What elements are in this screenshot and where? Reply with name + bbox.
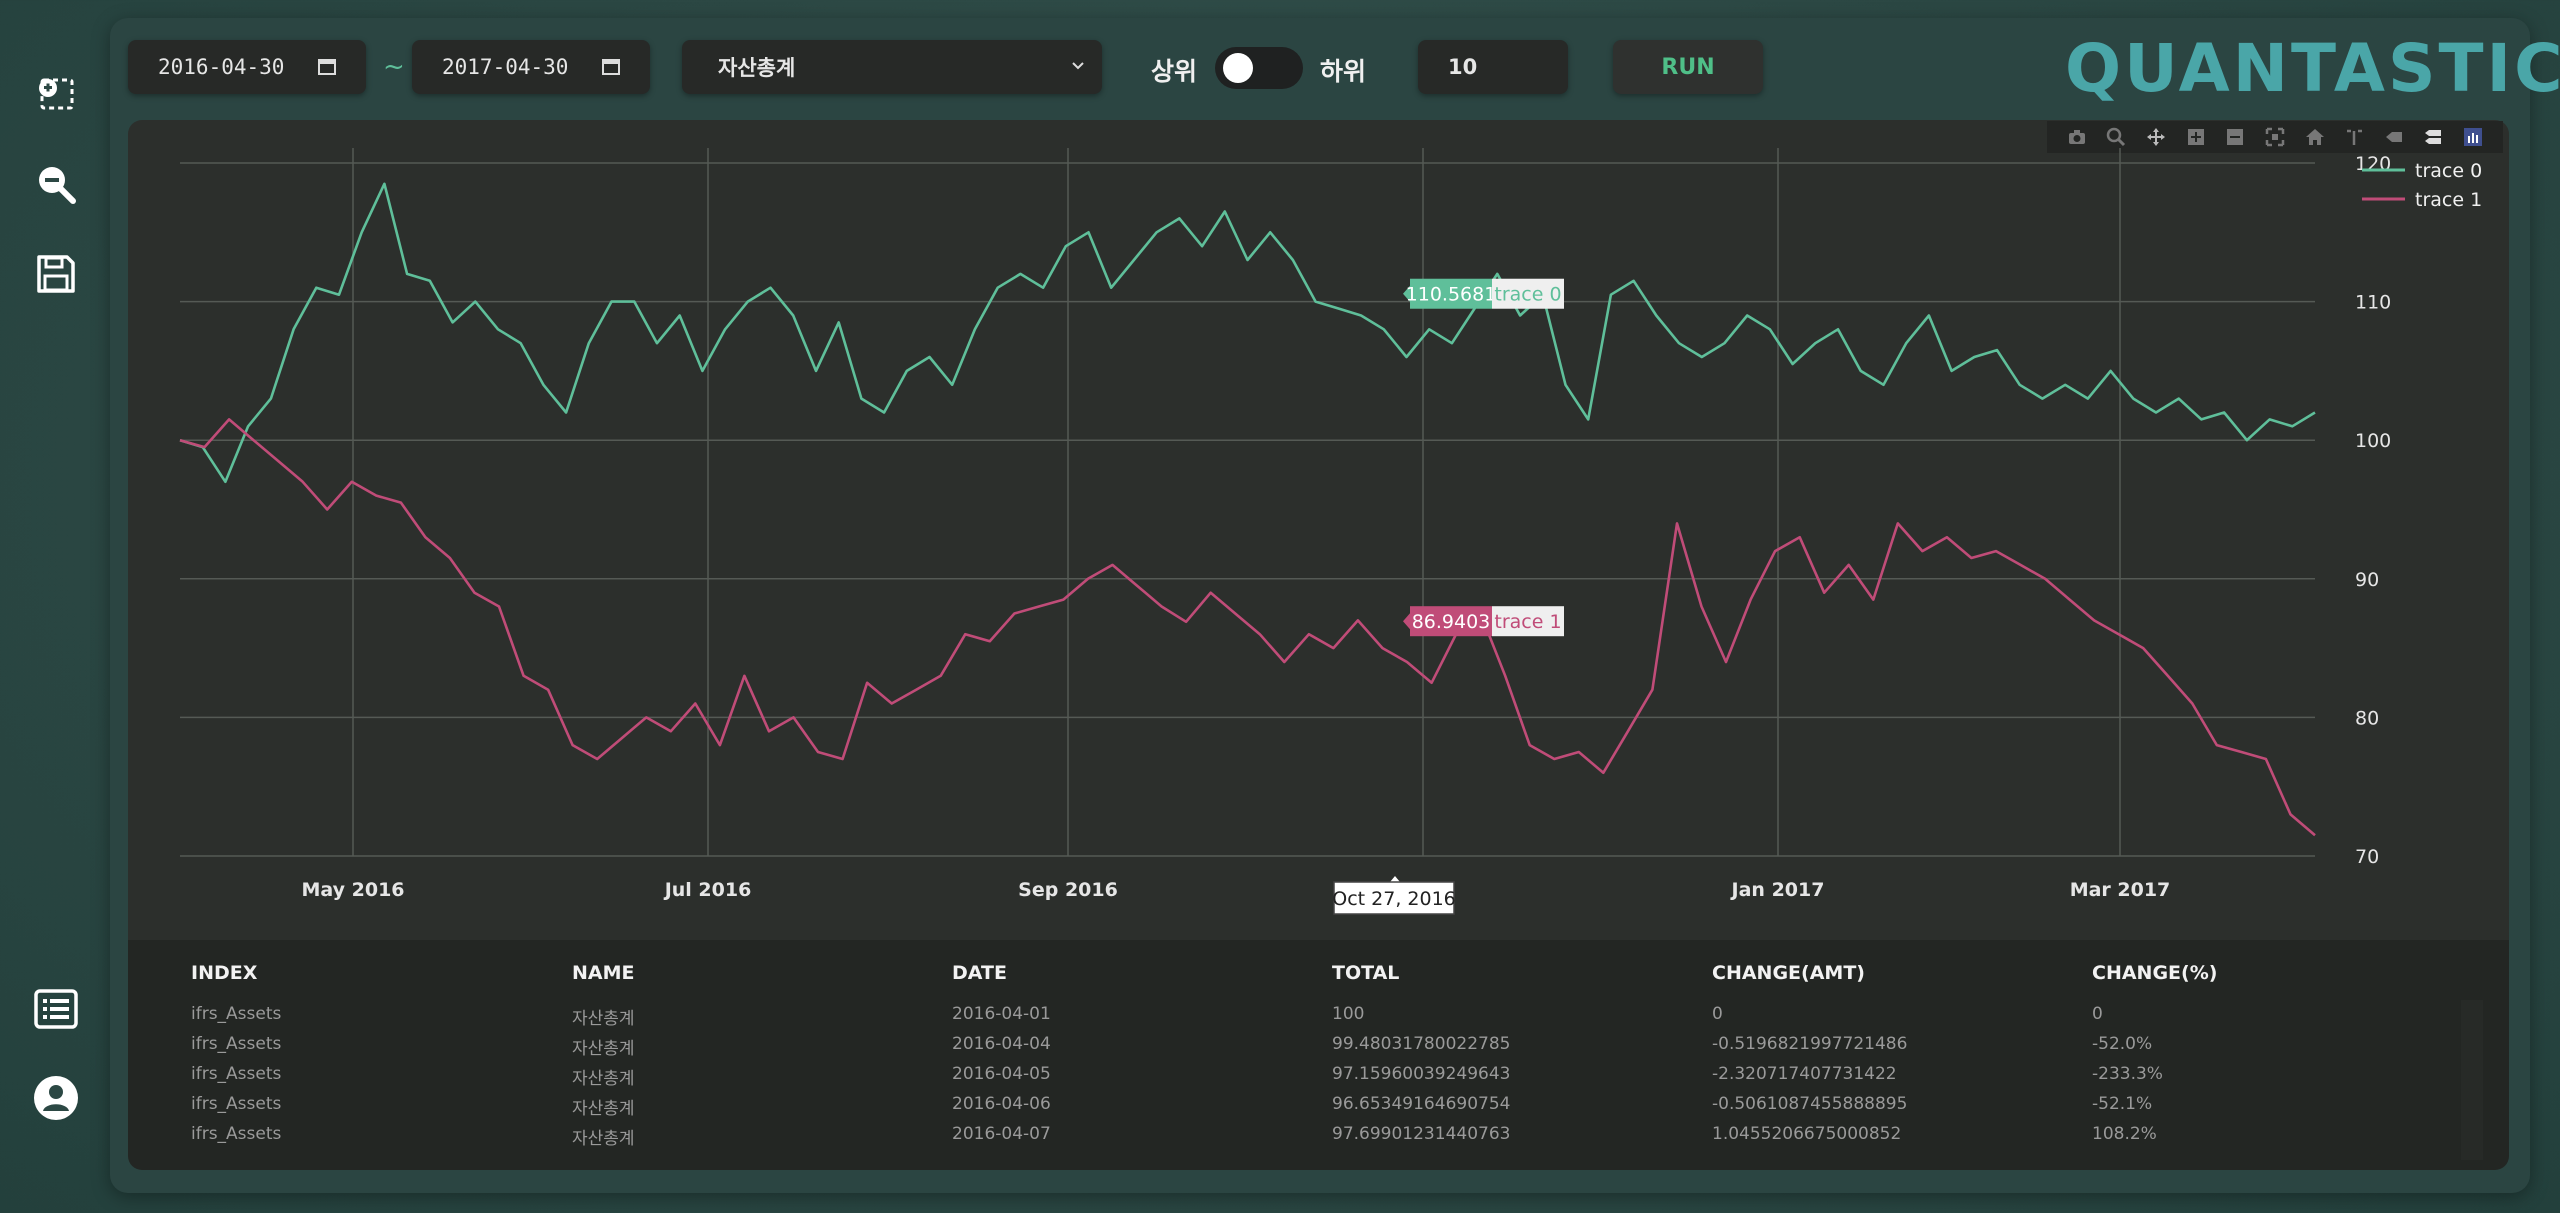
count-value: 10	[1448, 55, 1478, 79]
table-cell: ifrs_Assets	[191, 1004, 282, 1024]
reset-axes-icon[interactable]	[2305, 127, 2325, 147]
table-header: CHANGE(AMT)	[1712, 962, 1865, 984]
top-bottom-toggle[interactable]	[1215, 47, 1303, 89]
table-cell: 2016-04-05	[952, 1064, 1051, 1084]
spike-lines-icon[interactable]	[2344, 127, 2364, 147]
save-icon[interactable]	[32, 250, 80, 298]
table-cell: 자산총계	[572, 1039, 635, 1059]
pan-icon[interactable]	[2146, 127, 2166, 147]
table-cell: 자산총계	[572, 1099, 635, 1119]
table-cell: 자산총계	[572, 1129, 635, 1149]
table-cell: 100	[1332, 1004, 1365, 1024]
table-cell: 97.15960039249643	[1332, 1064, 1511, 1084]
table-header: CHANGE(%)	[2092, 962, 2218, 984]
plotly-logo-icon[interactable]	[2463, 127, 2483, 147]
chart-modebar	[2047, 121, 2503, 153]
table-cell: 자산총계	[572, 1009, 635, 1029]
table-cell: 108.2%	[2092, 1124, 2157, 1144]
camera-icon[interactable]	[2067, 127, 2087, 147]
table-cell: 97.69901231440763	[1332, 1124, 1511, 1144]
end-date-input[interactable]: 2017-04-30	[412, 40, 650, 94]
table-scrollbar[interactable]	[2461, 1000, 2483, 1160]
quantastic-logo: QUANTASTIC	[2065, 30, 2560, 107]
list-icon[interactable]	[32, 985, 80, 1033]
start-date-input[interactable]: 2016-04-30	[128, 40, 366, 94]
hover-compare-icon[interactable]	[2423, 127, 2443, 147]
user-icon[interactable]	[32, 1074, 80, 1122]
account-select-value: 자산총계	[718, 56, 796, 80]
table-cell: 2016-04-07	[952, 1124, 1051, 1144]
select-icon[interactable]	[32, 70, 80, 118]
calendar-icon[interactable]	[318, 57, 336, 75]
table-header: NAME	[572, 962, 635, 984]
hover-closest-icon[interactable]	[2384, 127, 2404, 147]
toggle-left-label: 상위	[1151, 57, 1198, 86]
table-cell: -0.5061087455888895	[1712, 1094, 1908, 1114]
run-label: RUN	[1661, 54, 1715, 80]
autoscale-icon[interactable]	[2265, 127, 2285, 147]
table-cell: -2.320717407731422	[1712, 1064, 1897, 1084]
table-cell: 2016-04-01	[952, 1004, 1051, 1024]
zoom-out-icon[interactable]	[32, 160, 80, 208]
table-cell: -52.0%	[2092, 1034, 2153, 1054]
table-cell: -0.5196821997721486	[1712, 1034, 1908, 1054]
table-header: TOTAL	[1332, 962, 1400, 984]
table-cell: 2016-04-06	[952, 1094, 1051, 1114]
table-cell: 1.0455206675000852	[1712, 1124, 1902, 1144]
chart-container	[128, 120, 2509, 940]
toggle-right-label: 하위	[1320, 57, 1367, 86]
zoom-in-icon[interactable]	[2186, 127, 2206, 147]
table-cell: ifrs_Assets	[191, 1064, 282, 1084]
data-table: INDEX NAME DATE TOTAL CHANGE(AMT) CHANGE(%) i…	[128, 940, 2509, 1170]
end-date-value: 2017-04-30	[442, 55, 569, 79]
table-cell: 96.65349164690754	[1332, 1094, 1511, 1114]
table-header: INDEX	[191, 962, 258, 984]
table-cell: ifrs_Assets	[191, 1094, 282, 1114]
date-range-separator: ~	[383, 52, 405, 82]
calendar-icon[interactable]	[602, 57, 620, 75]
zoom-icon[interactable]	[2106, 127, 2126, 147]
table-cell: ifrs_Assets	[191, 1124, 282, 1144]
table-cell: 2016-04-04	[952, 1034, 1051, 1054]
table-cell: ifrs_Assets	[191, 1034, 282, 1054]
run-button[interactable]: RUN	[1613, 40, 1763, 94]
table-cell: 0	[2092, 1004, 2103, 1024]
toggle-knob	[1223, 53, 1253, 83]
table-cell: 0	[1712, 1004, 1723, 1024]
table-cell: 99.48031780022785	[1332, 1034, 1511, 1054]
chevron-down-icon	[1072, 62, 1084, 70]
table-cell: 자산총계	[572, 1069, 635, 1089]
table-cell: -52.1%	[2092, 1094, 2153, 1114]
table-header: DATE	[952, 962, 1007, 984]
table-cell: -233.3%	[2092, 1064, 2163, 1084]
start-date-value: 2016-04-30	[158, 55, 285, 79]
zoom-out-chart-icon[interactable]	[2225, 127, 2245, 147]
account-select[interactable]: 자산총계	[682, 40, 1102, 94]
count-input[interactable]: 10	[1418, 40, 1568, 94]
